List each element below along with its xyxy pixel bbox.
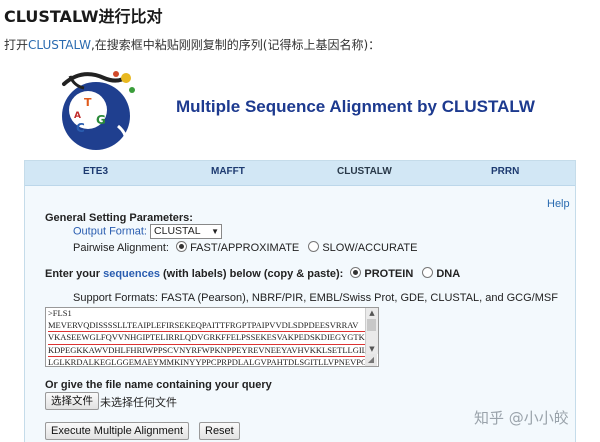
pairwise-slow-label: SLOW/ACCURATE <box>322 242 418 254</box>
radio-protein[interactable] <box>350 267 362 278</box>
article-heading: CLUSTALW进行比对 <box>4 7 163 26</box>
general-settings-title: General Setting Parameters: <box>45 212 193 224</box>
clustalw-link[interactable]: CLUSTALW <box>28 38 91 52</box>
radio-dna[interactable] <box>422 267 434 278</box>
tab-prrn[interactable]: PRRN <box>491 166 519 177</box>
sequence-line: VKASEEWGLFQVVNHGIPTELIRRLQDVGRKFFELPSSEK… <box>48 332 366 345</box>
help-link[interactable]: Help <box>547 198 570 210</box>
tab-clustalw[interactable]: CLUSTALW <box>337 166 392 177</box>
no-file-text: 未选择任何文件 <box>100 396 177 409</box>
pairwise-fast-option[interactable]: FAST/APPROXIMATE <box>176 241 300 254</box>
scroll-up-arrow-icon[interactable]: ▲ <box>366 308 378 318</box>
tab-mafft[interactable]: MAFFT <box>211 166 245 177</box>
pairwise-label: Pairwise Alignment: <box>73 242 169 254</box>
pairwise-slow-option[interactable]: SLOW/ACCURATE <box>308 241 418 254</box>
zhihu-logo-icon: 知乎 <box>474 409 505 427</box>
tab-ete3[interactable]: ETE3 <box>83 166 108 177</box>
resize-handle-icon[interactable]: ◢ <box>365 354 377 366</box>
execute-alignment-button[interactable]: Execute Multiple Alignment <box>45 422 190 440</box>
pairwise-fast-label: FAST/APPROXIMATE <box>190 242 300 254</box>
clustalw-form-panel: ETE3 MAFFT CLUSTALW PRRN Help General Se… <box>24 160 576 442</box>
scroll-thumb[interactable] <box>367 319 376 331</box>
instruction-suffix: ,在搜索框中粘贴刚刚复制的序列(记得标上基因名称)： <box>90 38 381 52</box>
scroll-down-arrow-icon[interactable]: ▼ <box>366 344 378 354</box>
sequence-entry-prefix: Enter your <box>45 268 104 280</box>
genomenet-logo-icon: T G C A <box>62 71 135 150</box>
output-format-label: Output Format: <box>73 225 147 238</box>
output-format-value: CLUSTAL <box>154 225 201 237</box>
textarea-scrollbar[interactable]: ▲ ▼ <box>365 308 378 354</box>
sequence-entry-suffix: (with labels) below (copy & paste): <box>159 268 344 280</box>
logo-letter-c: C <box>76 121 85 135</box>
sequences-link[interactable]: sequences <box>103 268 160 280</box>
choose-file-button[interactable]: 选择文件 <box>45 392 99 410</box>
radio-slow[interactable] <box>308 241 320 252</box>
file-query-label: Or give the file name containing your qu… <box>45 379 272 391</box>
tool-tab-bar: ETE3 MAFFT CLUSTALW PRRN <box>25 161 575 186</box>
radio-fast[interactable] <box>176 241 188 252</box>
reset-button[interactable]: Reset <box>199 422 240 440</box>
dna-label: DNA <box>436 268 461 280</box>
page-title: Multiple Sequence Alignment by CLUSTALW <box>176 97 535 116</box>
dna-option[interactable]: DNA <box>422 267 461 280</box>
sequence-line: >FLS1 <box>48 308 72 318</box>
pairwise-row: Pairwise Alignment: FAST/APPROXIMATE SLO… <box>73 241 417 254</box>
logo-letter-a: A <box>74 111 81 121</box>
protein-option[interactable]: PROTEIN <box>350 267 414 280</box>
sequence-line: LGLKRDALKEGLGGEMAEYMMKINYYPPCPRPDLALGVPA… <box>48 357 366 366</box>
sequence-line: KDPEGKKAWVDHLFHRIWPPSCVNYRFWPKNPPEYREVNE… <box>48 345 366 357</box>
dropdown-arrow-icon: ▼ <box>211 227 220 236</box>
logo-letter-t: T <box>84 96 92 109</box>
sequence-line: MEVERVQDISSSSLLTEAIPLEFIRSEKEQPAITTFRGPT… <box>48 320 366 332</box>
protein-label: PROTEIN <box>364 268 414 280</box>
watermark: 知乎 @小小皎 <box>474 407 569 428</box>
sequence-textarea[interactable]: >FLS1 MEVERVQDISSSSLLTEAIPLEFIRSEKEQPAIT… <box>45 307 379 367</box>
output-format-row: Output Format: CLUSTAL ▼ <box>73 224 223 239</box>
instruction-prefix: 打开 <box>4 38 29 52</box>
watermark-handle: @小小皎 <box>508 409 569 427</box>
sequence-entry-row: Enter your sequences (with labels) below… <box>45 267 460 280</box>
output-format-select[interactable]: CLUSTAL ▼ <box>150 224 223 239</box>
support-formats-text: Support Formats: FASTA (Pearson), NBRF/P… <box>73 292 558 304</box>
instruction-text: 打开CLUSTALW,在搜索框中粘贴刚刚复制的序列(记得标上基因名称)： <box>4 36 380 53</box>
logo-letter-g: G <box>96 113 106 127</box>
